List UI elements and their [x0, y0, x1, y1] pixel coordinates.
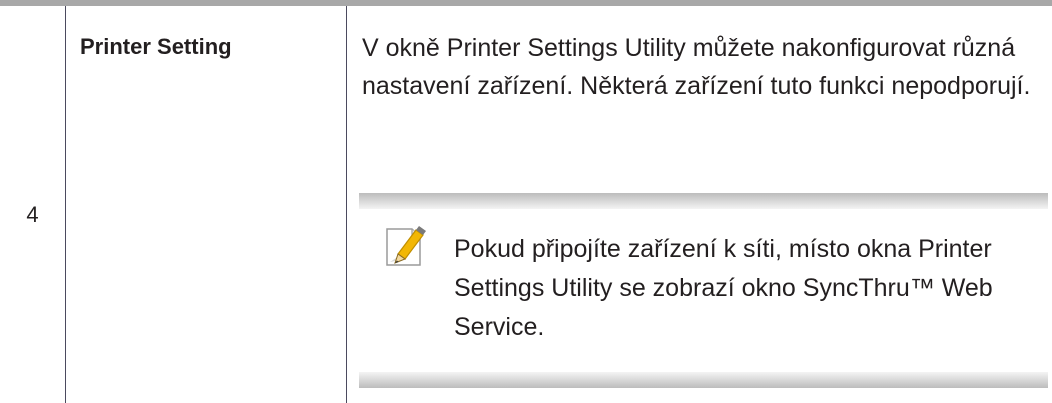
note-pencil-icon [384, 224, 426, 268]
row-number-cell: 4 [0, 6, 65, 403]
row-number: 4 [26, 201, 39, 227]
feature-description: V okně Printer Settings Utility můžete n… [362, 34, 1031, 100]
note-bottom-band [359, 372, 1048, 388]
note-top-band [359, 193, 1048, 209]
table-top-rule [0, 0, 1052, 6]
column-divider-2 [346, 6, 347, 403]
column-divider-1 [65, 6, 66, 403]
feature-name: Printer Setting [80, 34, 232, 59]
note-text: Pokud připojíte zařízení k síti, místo o… [454, 235, 993, 341]
note-box: Pokud připojíte zařízení k síti, místo o… [359, 193, 1048, 388]
